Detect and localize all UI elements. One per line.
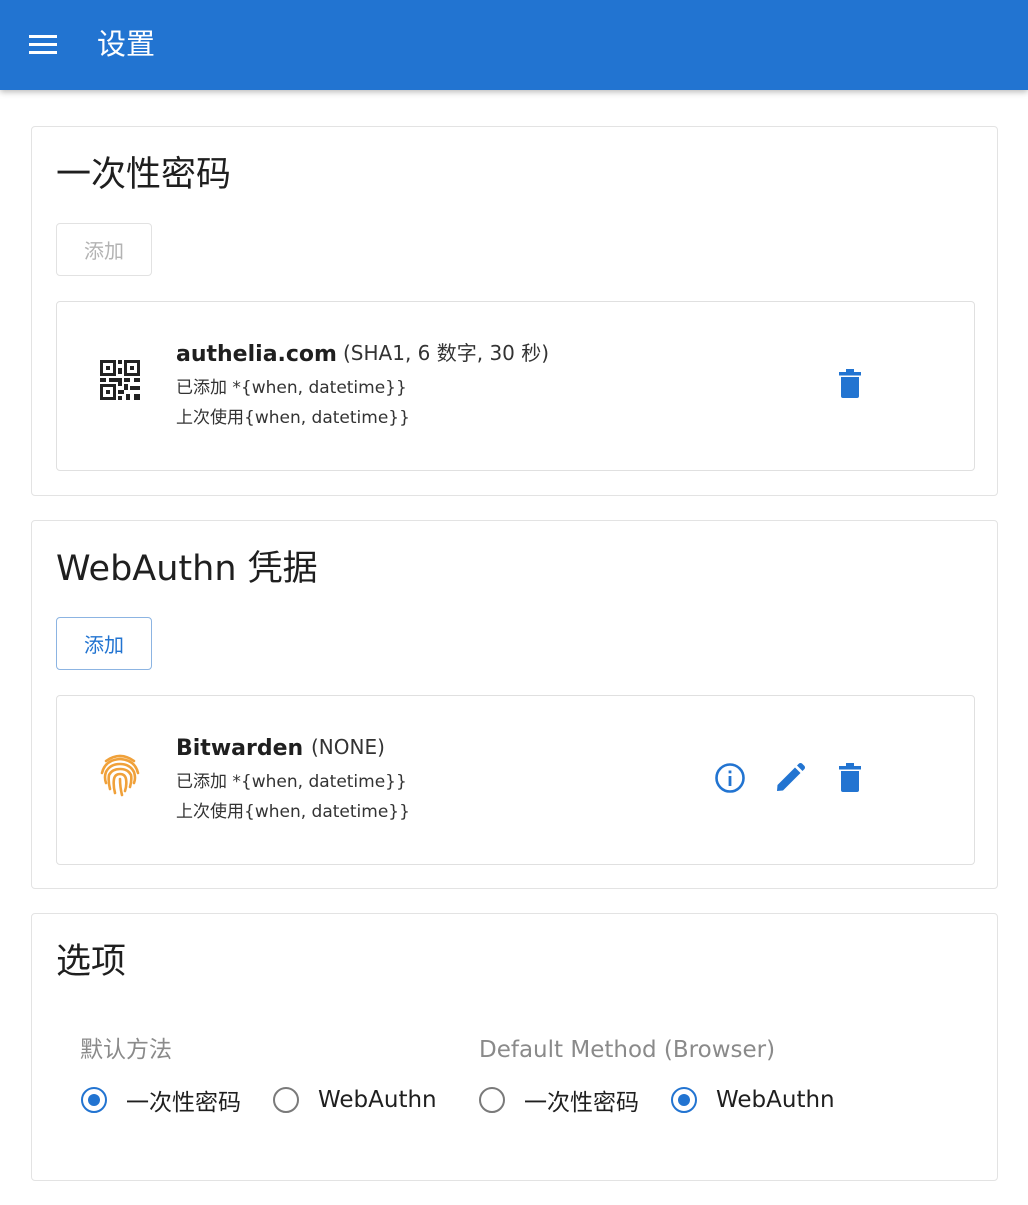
page-title: 设置 xyxy=(97,27,156,61)
edit-icon xyxy=(777,763,805,791)
otp-item-name: authelia.com xyxy=(176,342,337,367)
add-otp-button[interactable]: 添加 xyxy=(56,223,152,276)
qr-code-icon xyxy=(100,360,140,400)
browser-method-label: Default Method (Browser) xyxy=(479,1037,776,1063)
webauthn-item-meta: (NONE) xyxy=(311,735,385,759)
otp-item-last-used: 上次使用{when, datetime}} xyxy=(176,408,410,428)
info-icon xyxy=(715,763,745,793)
radio-checked-icon xyxy=(81,1087,107,1113)
webauthn-item-last-used: 上次使用{when, datetime}} xyxy=(176,802,410,822)
webauthn-edit-button[interactable] xyxy=(772,760,808,796)
radio-unchecked-icon xyxy=(273,1087,299,1113)
otp-item-meta: (SHA1, 6 数字, 30 秒) xyxy=(343,341,550,365)
browser-method-option-otp[interactable]: 一次性密码 xyxy=(479,1080,639,1120)
radio-label: WebAuthn xyxy=(716,1087,835,1113)
otp-section-title: 一次性密码 xyxy=(56,155,232,195)
webauthn-item: Bitwarden (NONE) 已添加 *{when, datetime}} … xyxy=(56,695,975,865)
app-bar: 设置 xyxy=(0,0,1028,90)
delete-icon xyxy=(839,369,861,398)
fingerprint-icon xyxy=(100,754,140,797)
radio-unchecked-icon xyxy=(479,1087,505,1113)
add-webauthn-button[interactable]: 添加 xyxy=(56,617,152,670)
webauthn-item-name: Bitwarden xyxy=(176,736,304,761)
radio-label: 一次性密码 xyxy=(126,1090,241,1116)
webauthn-section-title: WebAuthn 凭据 xyxy=(56,549,318,589)
webauthn-card: WebAuthn 凭据 添加 Bitwarden (NONE) 已添加 *{wh… xyxy=(31,520,998,889)
menu-icon xyxy=(29,35,57,54)
webauthn-delete-button[interactable] xyxy=(832,760,868,796)
radio-label: 一次性密码 xyxy=(524,1090,639,1116)
otp-delete-button[interactable] xyxy=(832,366,868,402)
webauthn-item-added: 已添加 *{when, datetime}} xyxy=(176,772,407,792)
radio-label: WebAuthn xyxy=(318,1087,437,1113)
default-method-option-webauthn[interactable]: WebAuthn xyxy=(273,1080,437,1120)
otp-card: 一次性密码 添加 authelia.com (SHA1, 6 数字, 30 秒)… xyxy=(31,126,998,496)
browser-method-option-webauthn[interactable]: WebAuthn xyxy=(671,1080,835,1120)
otp-item: authelia.com (SHA1, 6 数字, 30 秒) 已添加 *{wh… xyxy=(56,301,975,471)
default-method-option-otp[interactable]: 一次性密码 xyxy=(81,1080,241,1120)
default-method-label: 默认方法 xyxy=(80,1037,172,1063)
options-section-title: 选项 xyxy=(56,942,127,982)
webauthn-info-button[interactable] xyxy=(712,760,748,796)
otp-item-added: 已添加 *{when, datetime}} xyxy=(176,378,407,398)
delete-icon xyxy=(839,763,861,792)
radio-checked-icon xyxy=(671,1087,697,1113)
menu-button[interactable] xyxy=(18,22,68,66)
